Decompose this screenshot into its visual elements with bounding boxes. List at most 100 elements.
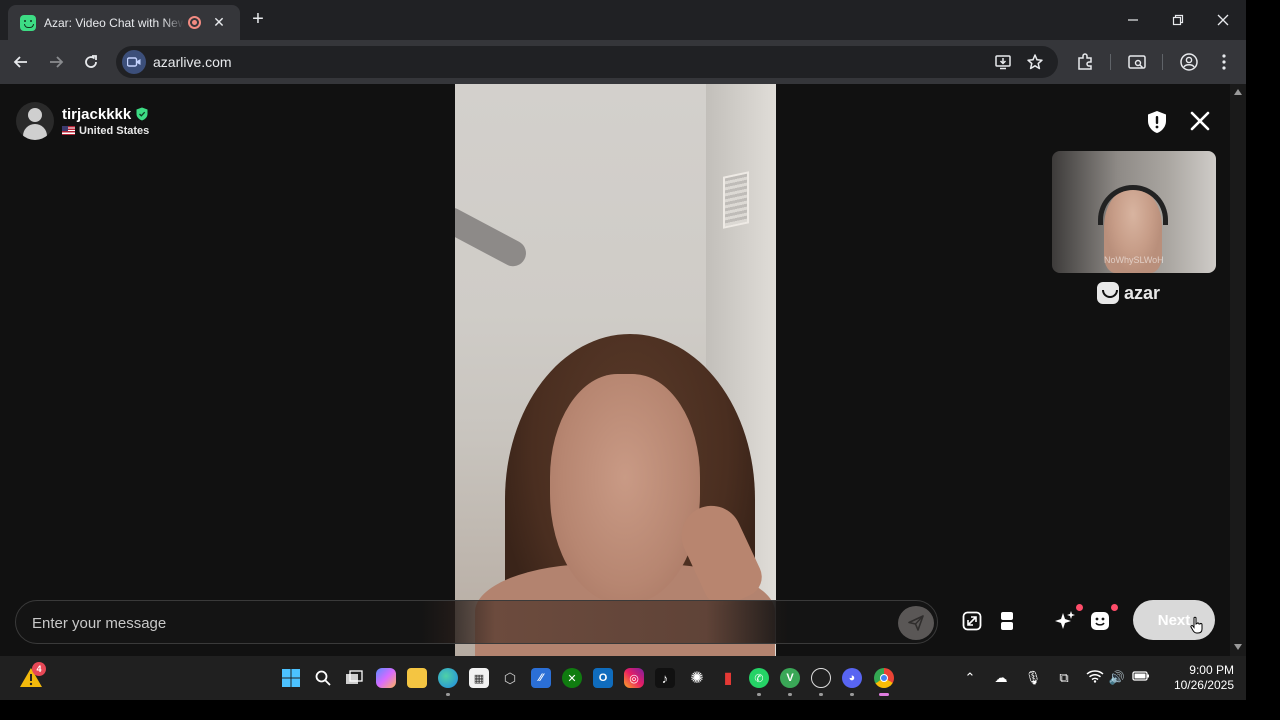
notes-app-icon[interactable]: ⁄⁄: [531, 668, 551, 688]
star-icon[interactable]: [1026, 53, 1044, 71]
windows-taskbar: 4 ▦ ⬡ ⁄⁄ ✕ O ◎ ♪ ✺ ▮ ✆ V ◕ ⌃ ☁ �: [0, 656, 1246, 700]
battery-icon[interactable]: [1132, 669, 1150, 687]
send-button[interactable]: [898, 606, 934, 640]
fullscreen-button[interactable]: [957, 606, 987, 636]
effects-notification-dot: [1076, 604, 1083, 611]
address-bar[interactable]: azarlive.com: [116, 46, 1058, 78]
video-person-face: [550, 374, 700, 604]
video-ceiling-fan: [455, 203, 531, 271]
reload-icon: [85, 55, 97, 68]
whatsapp-icon[interactable]: ✆: [749, 668, 769, 688]
toolbar-separator: [1110, 54, 1111, 70]
partner-info: tirjackkkk United States: [62, 106, 149, 137]
partner-username: tirjackkkk: [62, 105, 132, 123]
message-bar: [15, 600, 938, 644]
azar-favicon-icon: [20, 14, 36, 31]
green-app-icon[interactable]: V: [780, 668, 800, 688]
discord-icon[interactable]: ◕: [842, 668, 862, 688]
report-shield-icon[interactable]: [1146, 110, 1168, 134]
azar-logo-icon: [1097, 282, 1119, 304]
system-clock[interactable]: 9:00 PM 10/26/2025: [1160, 663, 1234, 693]
expand-icon: [962, 611, 982, 631]
maximize-button[interactable]: [1155, 0, 1201, 40]
browser-tab-azar[interactable]: Azar: Video Chat with New ✕: [8, 5, 240, 40]
site-info-icon[interactable]: [122, 50, 146, 74]
minimize-button[interactable]: [1110, 0, 1156, 40]
app-cube-icon[interactable]: ⬡: [500, 668, 520, 688]
widgets-badge: 4: [32, 662, 46, 676]
folder-icon[interactable]: [407, 668, 427, 688]
tab-close-icon[interactable]: ✕: [211, 14, 227, 31]
page-scrollbar[interactable]: [1230, 84, 1246, 656]
scroll-up-arrow-icon[interactable]: [1234, 89, 1242, 95]
minimize-icon: [1128, 19, 1138, 21]
azar-page: tirjackkkk United States NoWhySLWoH azar…: [0, 84, 1246, 656]
reload-button[interactable]: [79, 50, 103, 74]
extensions-icon[interactable]: [1075, 52, 1095, 72]
more-menu-icon[interactable]: [1214, 52, 1234, 72]
back-button[interactable]: [9, 50, 33, 74]
partner-video: [455, 84, 776, 656]
profile-icon[interactable]: [1179, 52, 1199, 72]
message-input[interactable]: [32, 611, 892, 635]
recording-icon: [188, 16, 201, 29]
face-filter-icon: [1091, 612, 1109, 630]
volume-icon[interactable]: 🔊: [1108, 669, 1126, 687]
close-window-button[interactable]: [1200, 0, 1246, 40]
close-icon[interactable]: [1189, 110, 1211, 132]
hand-cursor-icon: [1190, 616, 1203, 634]
tab-title: Azar: Video Chat with New: [44, 15, 184, 30]
outlook-icon[interactable]: O: [593, 668, 613, 688]
video-vent: [723, 171, 749, 229]
copilot-icon[interactable]: [376, 668, 396, 688]
username-row: tirjackkkk: [62, 106, 149, 123]
xbox-icon[interactable]: ✕: [562, 668, 582, 688]
azar-logo: azar: [1097, 282, 1160, 304]
partner-country: United States: [79, 124, 150, 137]
red-app-icon[interactable]: ▮: [718, 668, 738, 688]
edge-icon[interactable]: [438, 668, 458, 688]
windows-start-icon[interactable]: [281, 668, 301, 688]
face-filter-button[interactable]: [1085, 604, 1118, 636]
task-view-icon[interactable]: [344, 668, 364, 688]
toolbar-separator: [1162, 54, 1163, 70]
avatar[interactable]: [16, 102, 54, 140]
effects-button[interactable]: [1050, 604, 1083, 636]
reading-mode-icon[interactable]: [1127, 52, 1147, 72]
microphone-icon[interactable]: 🎙: [1024, 669, 1042, 687]
clock-time: 9:00 PM: [1189, 663, 1234, 677]
browser-toolbar: azarlive.com: [0, 40, 1246, 84]
tray-chevron-up-icon[interactable]: ⌃: [961, 669, 979, 687]
verified-shield-icon: [136, 107, 148, 121]
maximize-icon: [1172, 14, 1184, 26]
new-tab-button[interactable]: +: [248, 8, 268, 30]
chrome-icon[interactable]: [874, 668, 894, 688]
wifi-icon[interactable]: [1086, 669, 1104, 687]
cloud-icon[interactable]: ☁: [992, 669, 1010, 687]
browser-tab-strip: Azar: Video Chat with New ✕ +: [0, 0, 1246, 40]
screen: Azar: Video Chat with New ✕ + azarlive.c…: [0, 0, 1280, 720]
layout-button[interactable]: [992, 606, 1022, 636]
country-row: United States: [62, 125, 149, 137]
tiktok-icon[interactable]: ♪: [655, 668, 675, 688]
store-icon[interactable]: ▦: [469, 668, 489, 688]
partner-profile[interactable]: tirjackkkk United States: [16, 102, 149, 140]
install-app-icon[interactable]: [994, 53, 1012, 71]
clock-date: 10/26/2025: [1173, 678, 1234, 692]
chatgpt-icon[interactable]: ✺: [687, 668, 707, 688]
screen-capture-icon[interactable]: ⧉: [1055, 669, 1073, 687]
instagram-icon[interactable]: ◎: [624, 668, 644, 688]
self-video-watermark: NoWhySLWoH: [1104, 255, 1164, 265]
search-icon[interactable]: [313, 668, 333, 688]
obs-icon[interactable]: [811, 668, 831, 688]
us-flag-icon: [62, 126, 75, 135]
forward-arrow-icon: [50, 56, 64, 68]
self-headset: [1098, 185, 1168, 225]
send-icon: [908, 615, 924, 631]
back-arrow-icon: [13, 56, 27, 68]
url-text: azarlive.com: [153, 54, 232, 70]
azar-wordmark: azar: [1124, 282, 1161, 303]
scroll-down-arrow-icon[interactable]: [1234, 644, 1242, 650]
forward-button[interactable]: [44, 50, 68, 74]
self-video-preview: NoWhySLWoH: [1052, 151, 1216, 273]
